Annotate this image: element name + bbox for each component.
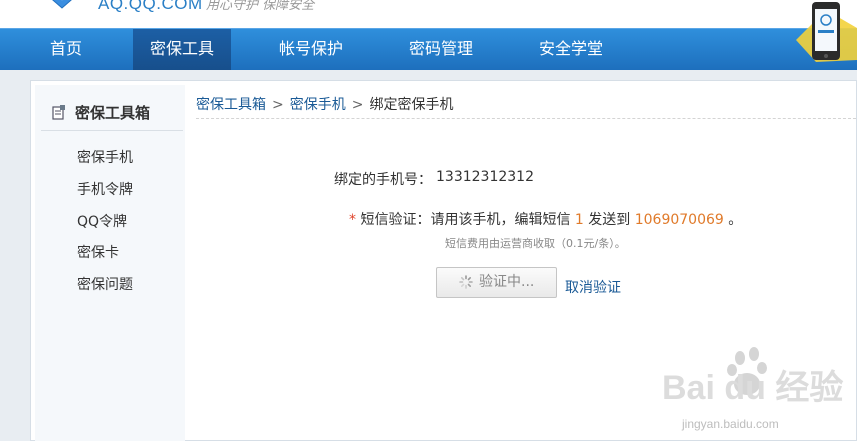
sms-label: 短信验证： <box>360 212 431 228</box>
sidebar-item-security-card[interactable]: 密保卡 <box>77 242 119 262</box>
fee-note: 短信费用由运营商收取（0.1元/条）。 <box>445 237 626 250</box>
top-header: AQ.QQ.COM 用心守护 保障安全 <box>0 0 857 28</box>
phone-label: 绑定的手机号： <box>334 172 432 188</box>
breadcrumb-current: 绑定密保手机 <box>369 97 454 113</box>
cancel-verify-link[interactable]: 取消验证 <box>565 277 621 297</box>
watermark-url: jingyan.baidu.com <box>682 417 779 431</box>
divider <box>196 118 856 119</box>
verify-button-label: 验证中... <box>479 274 535 290</box>
sidebar-item-security-question[interactable]: 密保问题 <box>77 274 133 294</box>
verify-button[interactable]: 验证中... <box>436 267 557 298</box>
breadcrumb: 密保工具箱 > 密保手机 > 绑定密保手机 <box>196 94 453 114</box>
sms-text-2: 发送到 <box>588 212 631 228</box>
nav-item-security-school[interactable]: 安全学堂 <box>522 29 620 70</box>
sidebar-item-security-phone[interactable]: 密保手机 <box>77 147 133 167</box>
breadcrumb-toolbox[interactable]: 密保工具箱 <box>196 97 266 113</box>
toolbox-icon <box>52 105 65 120</box>
logo-slogan: 用心守护 保障安全 <box>206 0 315 13</box>
sidebar-item-phone-token[interactable]: 手机令牌 <box>77 179 133 199</box>
nav-item-home[interactable]: 首页 <box>30 29 102 70</box>
sms-number: 1069070069 <box>634 212 724 228</box>
breadcrumb-separator: > <box>272 97 284 113</box>
shield-logo-icon <box>52 0 72 9</box>
sidebar-title: 密保工具箱 <box>41 99 183 131</box>
sidebar: 密保工具箱 密保手机 手机令牌 QQ令牌 密保卡 密保问题 <box>35 85 185 441</box>
nav-item-tools[interactable]: 密保工具 <box>133 29 231 70</box>
breadcrumb-security-phone[interactable]: 密保手机 <box>290 97 346 113</box>
sidebar-title-label: 密保工具箱 <box>75 104 151 122</box>
nav-item-account-protection[interactable]: 帐号保护 <box>262 29 360 70</box>
phone-number-value: 13312312312 <box>436 169 534 185</box>
watermark-brand: Bai du 经验 <box>662 369 844 407</box>
required-mark: * <box>349 212 356 228</box>
sms-end: 。 <box>728 212 743 228</box>
nav-item-password[interactable]: 密码管理 <box>392 29 490 70</box>
mobile-phone-icon[interactable] <box>796 0 857 70</box>
sms-code: 1 <box>574 212 584 228</box>
main-nav: 首页 密保工具 帐号保护 密码管理 安全学堂 <box>0 28 857 70</box>
sms-instruction: * 短信验证：请用该手机，编辑短信 1 发送到 1069070069 。 <box>349 209 742 229</box>
breadcrumb-separator: > <box>351 97 364 113</box>
sidebar-item-qq-token[interactable]: QQ令牌 <box>77 211 127 231</box>
logo-text[interactable]: AQ.QQ.COM <box>98 0 203 14</box>
loading-spinner-icon <box>459 275 473 289</box>
sms-text-1: 请用该手机，编辑短信 <box>430 212 571 228</box>
